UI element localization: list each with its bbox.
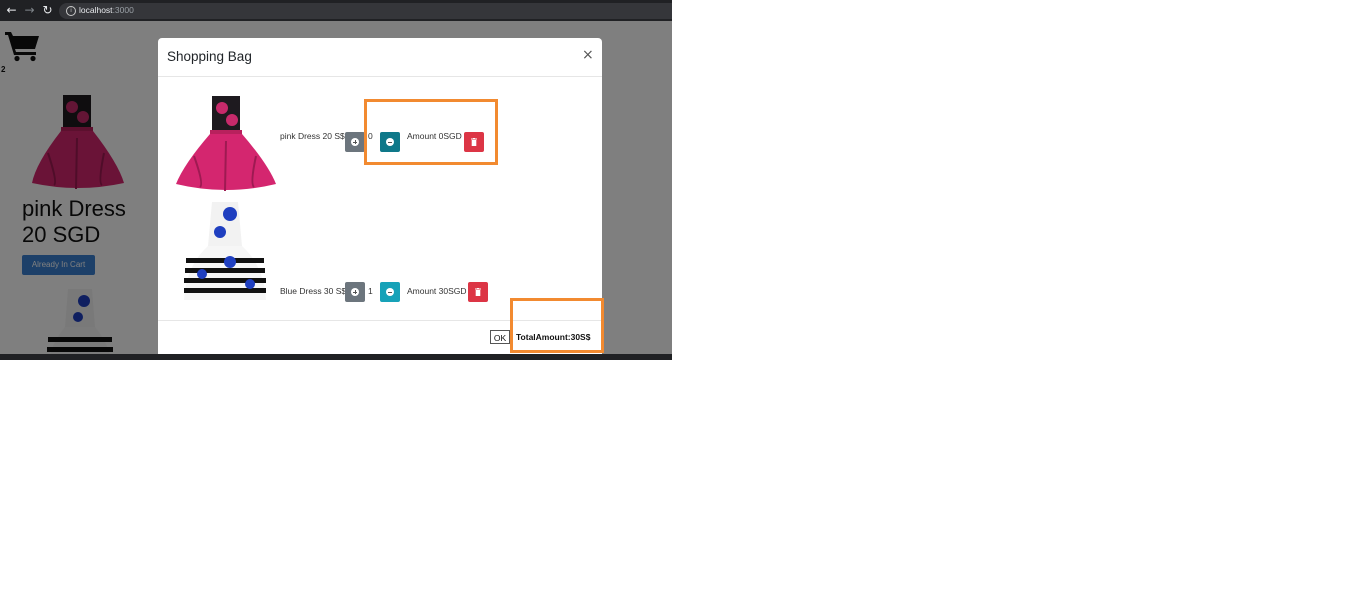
forward-arrow-icon[interactable]: →	[22, 3, 37, 18]
plus-circle-icon	[351, 288, 359, 296]
info-icon[interactable]: i	[66, 6, 76, 16]
modal-title: Shopping Bag	[167, 49, 252, 64]
blue-dress-image	[184, 202, 266, 300]
browser-toolbar: ← → ↻ i localhost:3000	[0, 0, 672, 21]
minus-circle-icon	[386, 288, 394, 296]
highlight-box-total	[510, 298, 604, 353]
item-name: pink Dress 20 S$	[280, 131, 345, 141]
close-icon[interactable]: ×	[582, 47, 594, 63]
plus-circle-icon	[351, 138, 359, 146]
highlight-box-item-controls	[364, 99, 498, 165]
url-text: localhost:3000	[79, 5, 134, 15]
reload-icon[interactable]: ↻	[40, 3, 55, 18]
increase-quantity-button[interactable]	[345, 132, 365, 152]
address-bar[interactable]: i localhost:3000	[59, 3, 672, 19]
cart-item-blue-dress: Blue Dress 30 S$ 1 Amount 30SGD	[158, 200, 602, 302]
ok-button[interactable]: OK	[490, 330, 510, 344]
item-amount: Amount 30SGD	[407, 286, 467, 296]
url-host: localhost	[79, 5, 113, 15]
modal-header: Shopping Bag ×	[158, 38, 602, 77]
delete-item-button[interactable]	[468, 282, 488, 302]
back-arrow-icon[interactable]: ←	[4, 3, 19, 18]
item-name: Blue Dress 30 S$	[280, 286, 347, 296]
url-port: :3000	[112, 5, 134, 15]
pink-dress-image	[176, 96, 276, 192]
increase-quantity-button[interactable]	[345, 282, 365, 302]
item-quantity: 1	[368, 286, 373, 296]
decrease-quantity-button[interactable]	[380, 282, 400, 302]
trash-icon	[475, 288, 481, 296]
screenshot: ← → ↻ i localhost:3000 2 pink Dress 20 S…	[0, 0, 672, 360]
